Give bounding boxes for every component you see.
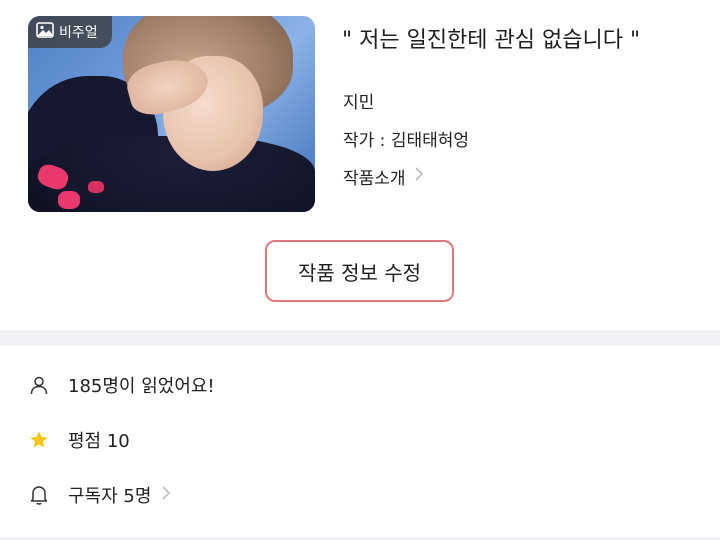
readers-text: 185명이 읽었어요! [68, 376, 215, 397]
person-icon [28, 374, 50, 396]
bell-icon [28, 484, 50, 506]
cover-accent [88, 181, 104, 193]
edit-work-info-button[interactable]: 작품 정보 수정 [265, 240, 454, 302]
visual-badge: 비주얼 [28, 16, 112, 48]
visual-badge-label: 비주얼 [59, 25, 98, 41]
author-name: 작가 : 김태태혀엉 [343, 131, 470, 151]
star-icon [28, 429, 50, 451]
work-intro-link[interactable]: 작품소개 [343, 164, 424, 189]
main-character: 지민 [343, 93, 375, 113]
rating-stat: 평점 10 [28, 427, 130, 453]
section-divider [0, 330, 720, 346]
subscribers-text: 구독자 5명 [68, 486, 152, 507]
work-intro-label: 작품소개 [343, 169, 406, 189]
work-title: " 저는 일진한테 관심 없습니다 " [342, 28, 641, 53]
cover-accent [58, 191, 80, 209]
chevron-right-icon [414, 166, 424, 187]
chevron-right-icon [161, 485, 171, 506]
rating-text: 평점 10 [68, 431, 130, 452]
image-icon [36, 22, 54, 42]
readers-stat: 185명이 읽었어요! [28, 372, 215, 398]
subscribers-stat[interactable]: 구독자 5명 [28, 482, 171, 508]
